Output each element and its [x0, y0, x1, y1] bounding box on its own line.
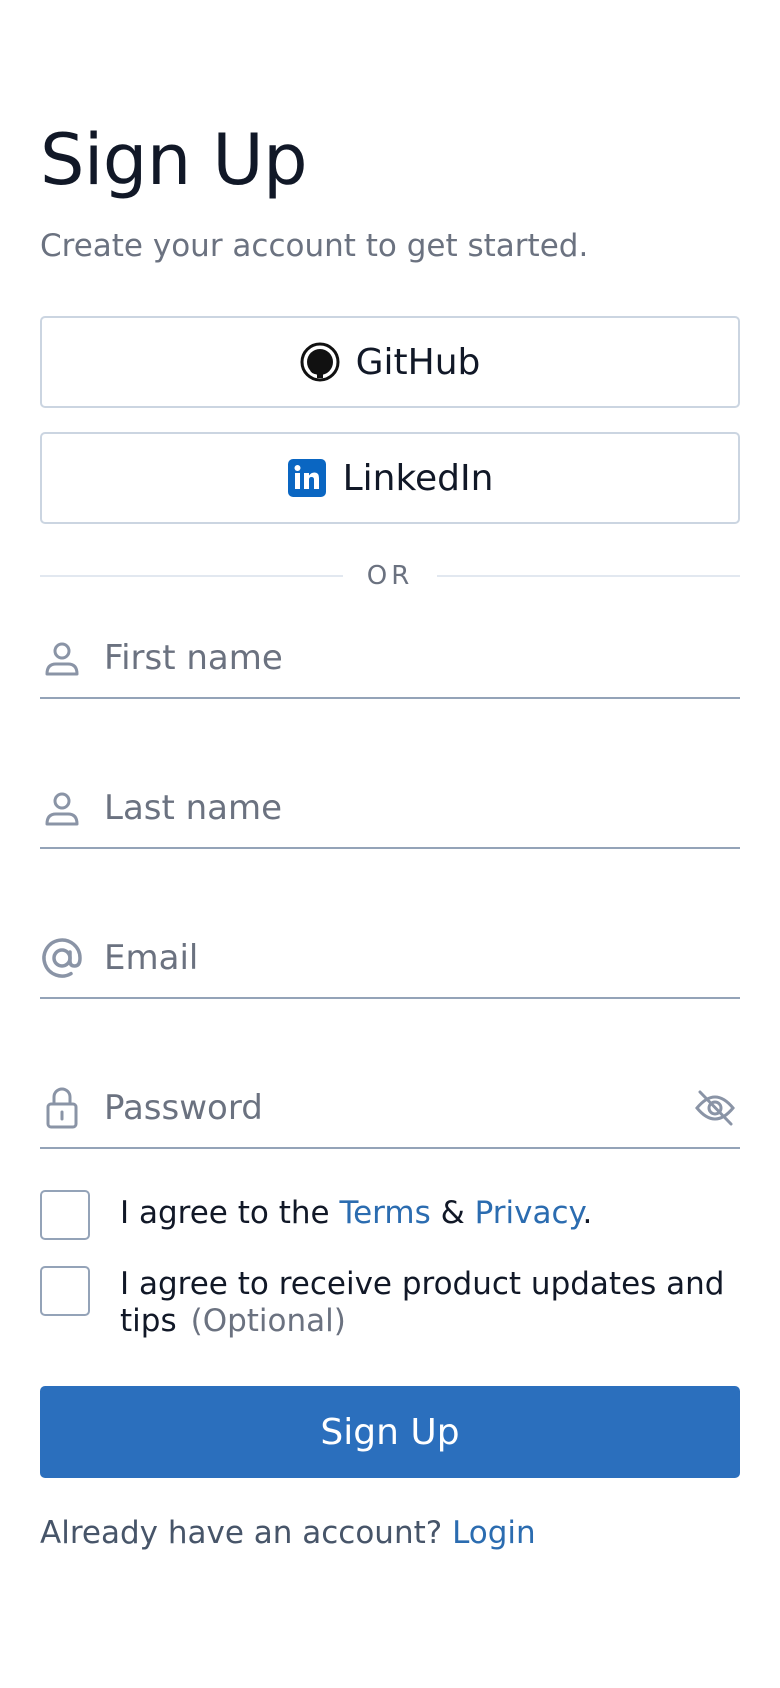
updates-checkbox[interactable] — [40, 1266, 90, 1316]
terms-checkbox[interactable] — [40, 1190, 90, 1240]
optional-tag: (Optional) — [190, 1303, 346, 1339]
eye-off-icon — [695, 1090, 735, 1126]
or-label: OR — [366, 561, 414, 591]
lock-icon — [40, 1086, 84, 1130]
privacy-link[interactable]: Privacy — [475, 1195, 583, 1231]
user-icon — [40, 636, 84, 680]
divider-line-left — [40, 575, 343, 577]
updates-label: I agree to receive product updates and t… — [120, 1266, 740, 1340]
terms-label: I agree to the Terms & Privacy. — [120, 1190, 592, 1232]
terms-prefix-text: I agree to the — [120, 1195, 340, 1231]
github-icon — [300, 342, 340, 382]
terms-link[interactable]: Terms — [339, 1195, 430, 1231]
last-name-input[interactable] — [104, 778, 740, 838]
first-name-field — [40, 619, 740, 699]
password-input[interactable] — [104, 1078, 682, 1138]
email-field — [40, 919, 740, 999]
last-name-field — [40, 769, 740, 849]
updates-agreement-row: I agree to receive product updates and t… — [40, 1266, 740, 1340]
terms-agreement-row: I agree to the Terms & Privacy. — [40, 1190, 740, 1240]
at-sign-icon — [40, 936, 84, 980]
login-prompt: Already have an account? Login — [40, 1515, 536, 1552]
or-divider: OR — [40, 558, 740, 594]
github-signin-button[interactable]: GitHub — [40, 316, 740, 408]
sign-up-button[interactable]: Sign Up — [40, 1386, 740, 1478]
terms-ampersand-text: & — [430, 1195, 475, 1231]
divider-line-right — [437, 575, 740, 577]
email-input[interactable] — [104, 928, 740, 988]
login-prompt-text: Already have an account? — [40, 1515, 453, 1551]
page-subtitle: Create your account to get started. — [40, 228, 589, 264]
github-label: GitHub — [355, 341, 481, 383]
linkedin-icon — [287, 458, 327, 498]
linkedin-label: LinkedIn — [342, 457, 494, 499]
first-name-input[interactable] — [104, 628, 740, 688]
page-title: Sign Up — [40, 119, 308, 201]
password-field — [40, 1069, 740, 1149]
user-icon — [40, 786, 84, 830]
login-link[interactable]: Login — [452, 1515, 536, 1551]
terms-suffix-text: . — [582, 1195, 593, 1231]
linkedin-signin-button[interactable]: LinkedIn — [40, 432, 740, 524]
toggle-password-visibility-button[interactable] — [690, 1083, 740, 1133]
